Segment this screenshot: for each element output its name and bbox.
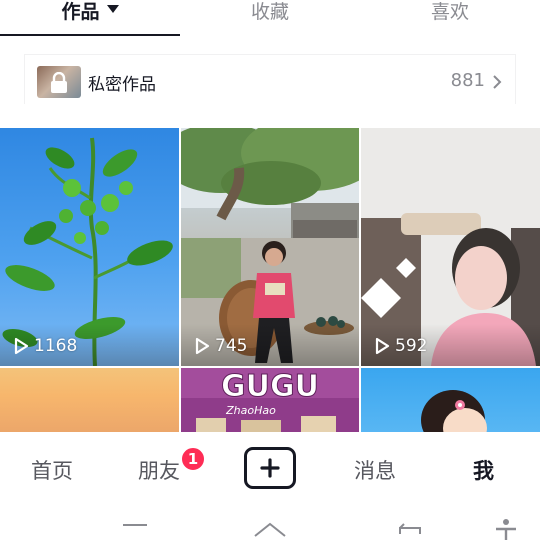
- cartoon-girl-image: [421, 390, 487, 432]
- friends-notification-badge: 1: [180, 446, 206, 472]
- video-thumbnail[interactable]: 1168: [0, 128, 179, 366]
- tab-works[interactable]: 作品: [0, 0, 180, 36]
- chevron-right-icon: [493, 75, 502, 89]
- profile-tabs: 作品 收藏 喜欢: [0, 0, 540, 36]
- play-icon: [195, 337, 210, 355]
- nav-home[interactable]: 首页: [31, 455, 73, 485]
- caret-down-icon[interactable]: [106, 5, 119, 13]
- view-count-value: 745: [215, 336, 248, 356]
- plus-icon: [260, 458, 280, 478]
- snack-package-image: GUGU ZhaoHao: [181, 368, 359, 432]
- active-tab-indicator: [0, 34, 180, 36]
- back-icon[interactable]: [396, 520, 426, 540]
- nav-messages[interactable]: 消息: [354, 455, 396, 485]
- view-count: 592: [373, 336, 427, 356]
- private-works-row[interactable]: 私密作品 881: [24, 54, 516, 104]
- nav-friends[interactable]: 朋友: [138, 455, 180, 485]
- bottom-navigation: 首页 朋友 1 消息 我: [0, 432, 540, 508]
- tab-likes-label: 喜欢: [430, 1, 469, 23]
- view-count: 1168: [12, 336, 77, 356]
- private-works-thumbnail: [37, 66, 81, 98]
- tab-favorites[interactable]: 收藏: [180, 0, 360, 36]
- tab-works-label: 作品: [61, 1, 100, 23]
- tab-likes[interactable]: 喜欢: [360, 0, 540, 36]
- snack-subtext: ZhaoHao: [225, 404, 276, 417]
- private-works-label: 私密作品: [88, 75, 156, 95]
- lock-icon: [51, 72, 67, 93]
- video-grid: 1168 745 592 GUGU ZhaoHao: [0, 128, 540, 432]
- video-thumbnail[interactable]: 745: [181, 128, 359, 366]
- play-icon: [375, 337, 390, 355]
- tab-favorites-label: 收藏: [250, 1, 289, 23]
- play-icon: [14, 337, 29, 355]
- accessibility-icon[interactable]: [494, 518, 518, 540]
- menu-icon[interactable]: [121, 522, 149, 540]
- video-thumbnail[interactable]: [361, 368, 540, 432]
- view-count: 745: [193, 336, 247, 356]
- video-thumbnail[interactable]: 592: [361, 128, 540, 366]
- view-count-value: 592: [395, 336, 428, 356]
- private-works-count: 881: [450, 70, 485, 91]
- nav-me[interactable]: 我: [473, 455, 494, 485]
- video-thumbnail[interactable]: [0, 368, 179, 432]
- video-thumbnail[interactable]: GUGU ZhaoHao: [181, 368, 359, 432]
- view-count-value: 1168: [34, 336, 78, 356]
- system-navigation-bar: [0, 508, 540, 540]
- snack-brand-text: GUGU: [221, 369, 319, 404]
- create-video-button[interactable]: [244, 447, 296, 489]
- home-icon[interactable]: [252, 520, 288, 540]
